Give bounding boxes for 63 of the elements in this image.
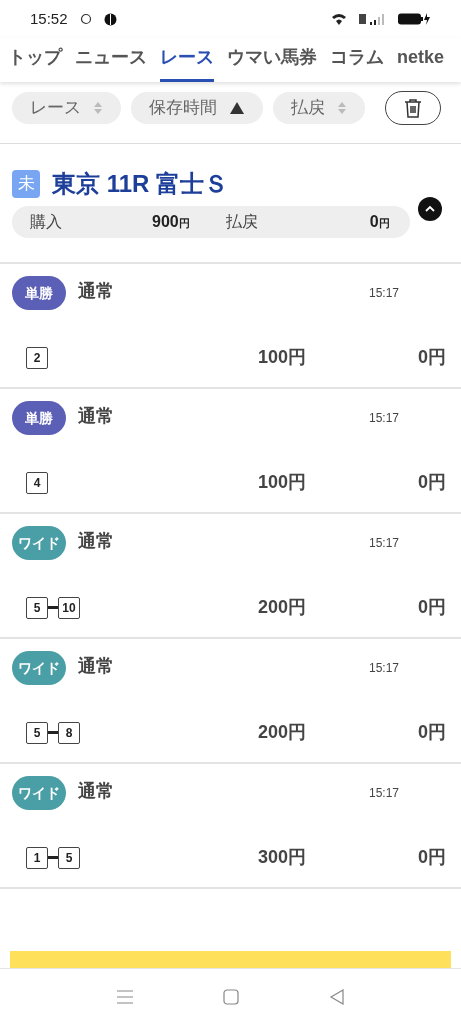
horse-number: 5 (26, 721, 48, 744)
sort-chip[interactable]: 保存時間 (131, 92, 263, 124)
horse-number: 5 (58, 846, 80, 869)
bet-mode: 通常 (78, 655, 114, 678)
sort-chip[interactable]: 払戻 (273, 92, 365, 124)
bet-mode: 通常 (78, 280, 114, 303)
bet-amount: 300円 (256, 846, 306, 869)
collapse-button[interactable] (418, 197, 442, 221)
ball-icon (103, 12, 117, 26)
bet-amount: 200円 (256, 721, 306, 744)
horse-number: 1 (26, 846, 48, 869)
nav-tab[interactable]: ニュース (75, 44, 147, 82)
bet-amount: 100円 (256, 471, 306, 494)
horse-number: 2 (26, 346, 48, 369)
bet-type-badge: 単勝 (12, 276, 66, 310)
bet-time: 15:17 (368, 285, 399, 302)
app-notification-icon (79, 13, 92, 25)
nav-tab[interactable]: レース (160, 44, 214, 82)
status-time: 15:52 (30, 8, 68, 29)
trash-icon (404, 98, 422, 118)
bet-mode: 通常 (78, 405, 114, 428)
payout-label: 払戻 (225, 212, 259, 232)
bet-amount: 100円 (256, 346, 306, 369)
bet-mode: 通常 (78, 780, 114, 803)
sort-ascending-icon (229, 101, 245, 115)
nav-tab[interactable]: コラム (330, 44, 384, 82)
status-badge: 未 (12, 170, 40, 198)
bet-time: 15:17 (368, 410, 399, 427)
bet-payout: 0円 (417, 721, 446, 744)
sort-icon (337, 101, 347, 115)
bet-time: 15:17 (368, 785, 399, 802)
wifi-icon (331, 12, 347, 26)
bet-type-badge: ワイド (12, 651, 66, 685)
bet-type-badge: 単勝 (12, 401, 66, 435)
sort-chip[interactable]: レース (12, 92, 121, 124)
bet-type-badge: ワイド (12, 776, 66, 810)
bet-payout: 0円 (417, 846, 446, 869)
back-icon[interactable] (328, 988, 345, 1005)
race-title: 東京 11R 富士Ｓ (52, 169, 229, 199)
horse-number: 5 (26, 596, 48, 619)
menu-icon[interactable] (116, 988, 133, 1005)
bet-type-badge: ワイド (12, 526, 66, 560)
nav-tab[interactable]: トップ (8, 44, 62, 82)
purchase-label: 購入 (30, 212, 63, 232)
horse-number: 8 (58, 721, 80, 744)
nav-tab[interactable]: netke (397, 44, 445, 82)
bet-payout: 0円 (417, 346, 446, 369)
horse-number: 10 (58, 596, 80, 619)
sort-icon (93, 101, 103, 115)
horse-number: 4 (26, 471, 48, 494)
home-icon[interactable] (222, 988, 239, 1005)
bet-mode: 通常 (78, 530, 114, 553)
bet-time: 15:17 (368, 660, 399, 677)
bet-amount: 200円 (256, 596, 306, 619)
purchase-amount: 900円 (152, 212, 190, 232)
nav-tab[interactable]: ウマい馬券 (227, 44, 317, 82)
bet-payout: 0円 (417, 471, 446, 494)
battery-icon (397, 12, 431, 26)
bet-time: 15:17 (368, 535, 399, 552)
chevron-up-icon (424, 205, 436, 213)
payout-amount: 0円 (369, 212, 390, 232)
signal-icon (359, 12, 385, 26)
bet-payout: 0円 (417, 596, 446, 619)
